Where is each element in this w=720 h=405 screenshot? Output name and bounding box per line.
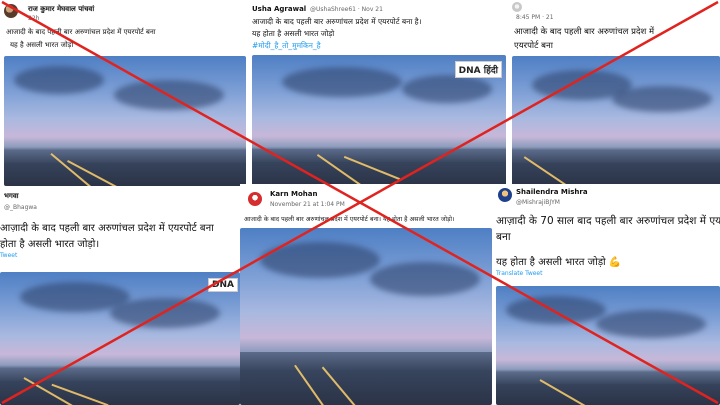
- fake-news-cross: [1, 0, 719, 405]
